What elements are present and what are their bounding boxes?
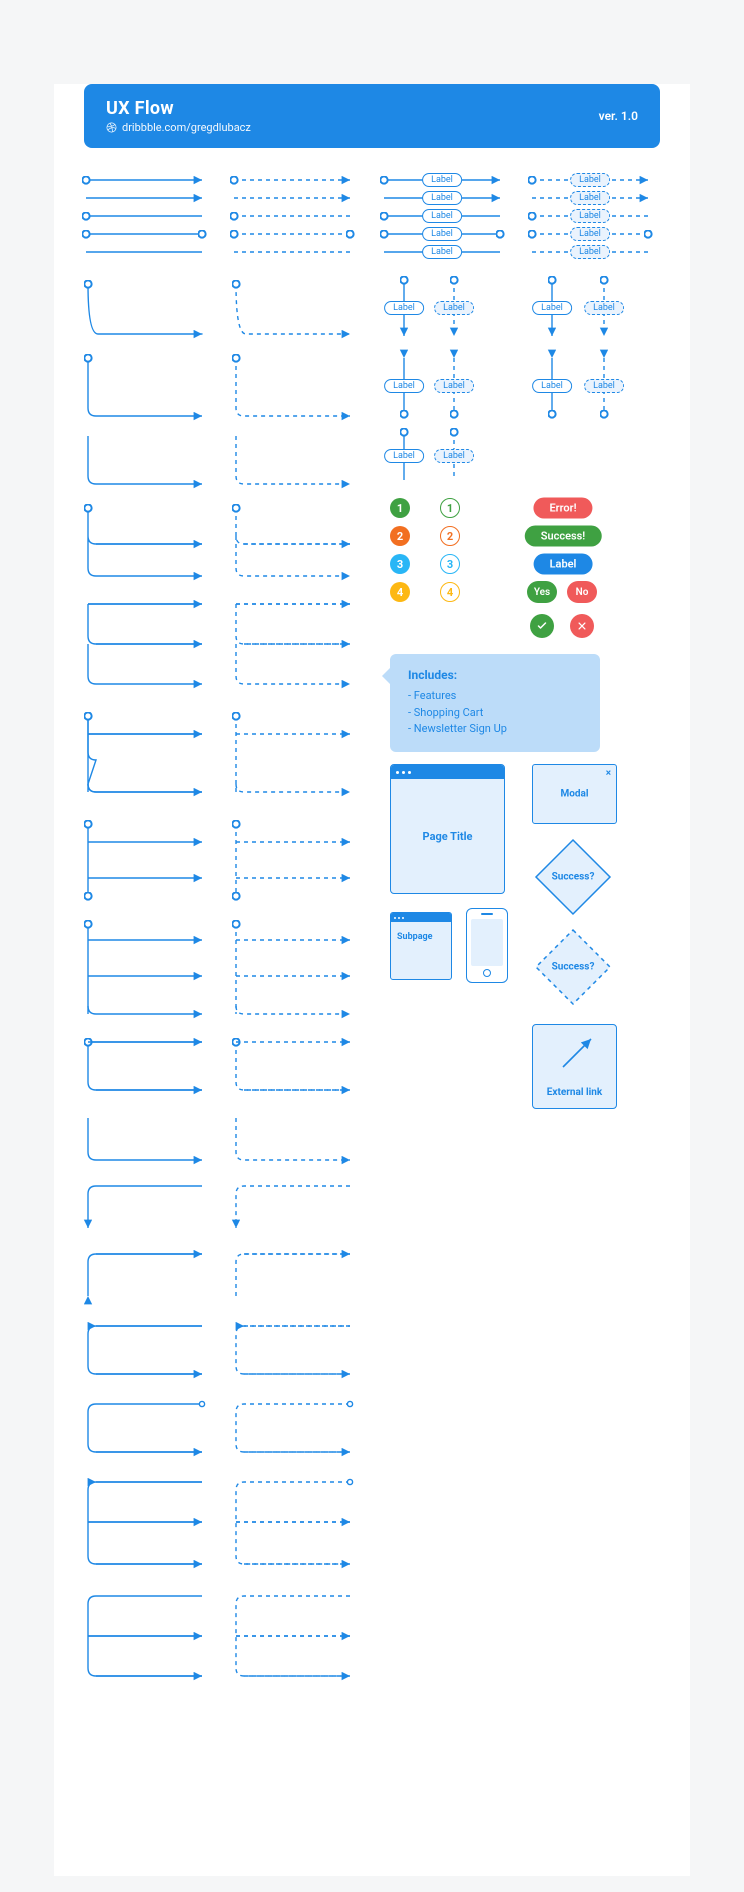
external-link-block: External link <box>532 1024 617 1109</box>
callout-item: - Shopping Cart <box>408 705 582 722</box>
subpage-wireframe: Subpage <box>390 912 452 980</box>
connector-label: Label <box>384 449 424 463</box>
callout-heading: Includes: <box>408 668 582 682</box>
connector-label: Label <box>584 301 624 315</box>
connector-label: Label <box>584 379 624 393</box>
connector-label: Label <box>570 245 610 259</box>
modal-wireframe: × Modal <box>532 764 617 824</box>
connector-label: Label <box>570 173 610 187</box>
includes-callout: Includes: - Features - Shopping Cart - N… <box>390 654 600 752</box>
step-number-outline: 2 <box>440 526 460 546</box>
connector-label: Label <box>422 245 462 259</box>
header-bar: UX Flow dribbble.com/gregdlubacz ver. 1.… <box>84 84 660 148</box>
connector-label: Label <box>434 301 474 315</box>
connector-label: Label <box>384 379 424 393</box>
badge-yes: Yes <box>527 581 557 603</box>
decision-solid: Success? <box>534 838 612 916</box>
connector-label: Label <box>532 379 572 393</box>
connector-label: Label <box>570 191 610 205</box>
step-number-filled: 2 <box>390 526 410 546</box>
page-title-text: Page Title <box>391 779 504 893</box>
kit-version: ver. 1.0 <box>599 109 638 123</box>
connector-label: Label <box>422 209 462 223</box>
dribbble-icon <box>106 122 117 133</box>
horizontal-connectors <box>86 180 648 252</box>
step-number-filled: 3 <box>390 554 410 574</box>
connector-label: Label <box>422 173 462 187</box>
kit-title: UX Flow <box>106 98 251 119</box>
connector-label: Label <box>570 227 610 241</box>
connector-label: Label <box>422 191 462 205</box>
connector-label: Label <box>570 209 610 223</box>
step-number-filled: 4 <box>390 582 410 602</box>
page-wireframe: Page Title <box>390 764 505 894</box>
step-number-filled: 1 <box>390 498 410 518</box>
connector-label: Label <box>434 379 474 393</box>
connector-label: Label <box>384 301 424 315</box>
status-label: Label <box>534 554 593 575</box>
callout-item: - Newsletter Sign Up <box>408 721 582 738</box>
status-success: Success! <box>525 526 602 547</box>
status-error: Error! <box>533 498 592 519</box>
component-grid: Label Label Label Label Label Label Labe… <box>84 176 660 1816</box>
badge-no: No <box>567 581 597 603</box>
callout-item: - Features <box>408 688 582 705</box>
step-number-outline: 3 <box>440 554 460 574</box>
cross-icon <box>570 614 594 638</box>
connector-label: Label <box>422 227 462 241</box>
step-number-outline: 4 <box>440 582 460 602</box>
kit-subtitle: dribbble.com/gregdlubacz <box>106 121 251 134</box>
branch-connectors <box>88 508 353 1676</box>
check-icon <box>530 614 554 638</box>
decision-dashed: Success? <box>534 928 612 1006</box>
close-icon: × <box>606 768 611 779</box>
connector-label: Label <box>434 449 474 463</box>
step-number-outline: 1 <box>440 498 460 518</box>
mobile-wireframe <box>466 908 508 983</box>
connector-label: Label <box>532 301 572 315</box>
